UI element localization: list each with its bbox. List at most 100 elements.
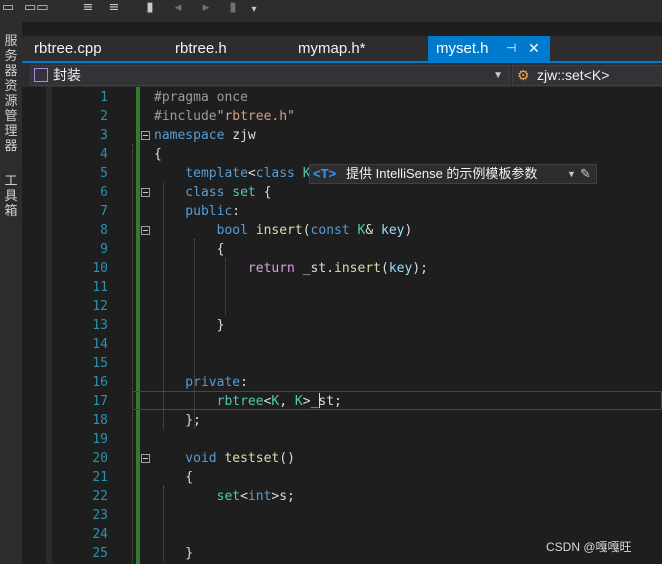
member-dropdown[interactable]: ⚙ zjw::set<K> (512, 65, 662, 86)
fold-toggle-icon[interactable] (141, 454, 150, 463)
code-token: return (154, 261, 295, 276)
tab-label: mymap.h* (298, 40, 366, 57)
prev-bookmark-icon[interactable]: ◂ (170, 0, 186, 16)
line-number: 10 (92, 261, 108, 276)
class-icon: ⚙ (517, 67, 530, 83)
code-line: rbtree<K, K>_st; (154, 392, 342, 411)
code-line: #include"rbtree.h" (154, 107, 295, 126)
code-token: key (388, 261, 413, 276)
scope-dropdown[interactable]: 封装 ▼ (30, 65, 510, 86)
tab-label: myset.h (436, 40, 489, 57)
overflow-icon[interactable]: ▾ (248, 2, 260, 18)
line-number: 17 (92, 394, 108, 409)
code-token: template (154, 166, 248, 181)
toolbox-tab[interactable]: 工具箱 (2, 174, 20, 219)
code-line: set<int>s; (154, 487, 295, 506)
line-number: 16 (92, 375, 108, 390)
fold-toggle-icon[interactable] (141, 131, 150, 140)
intellisense-template-bar[interactable]: <T> 提供 IntelliSense 的示例模板参数 ▼ ✎ (309, 164, 597, 184)
code-token: ( (302, 223, 311, 238)
code-token: { (154, 147, 162, 162)
change-tracking-bar (136, 87, 140, 564)
code-token: ) (404, 223, 413, 238)
code-token: ); (412, 261, 428, 276)
code-token: set (232, 185, 256, 200)
code-token: key (381, 223, 405, 238)
line-number: 12 (92, 299, 108, 314)
code-token: #include (154, 109, 217, 124)
code-token: _st. (294, 261, 335, 276)
indent-guide (132, 144, 133, 564)
code-token: & (365, 223, 381, 238)
line-number: 13 (92, 318, 108, 333)
code-token: } (154, 318, 225, 333)
line-number: 6 (100, 185, 108, 200)
document-tabs: rbtree.cpp rbtree.h mymap.h* myset.h ⊣ ✕ (22, 36, 662, 61)
code-line: template<class K> (154, 164, 318, 183)
code-token: : (240, 375, 248, 390)
code-token: ( (381, 261, 389, 276)
code-line: { (154, 145, 162, 164)
line-number: 18 (92, 413, 108, 428)
clear-bookmarks-icon[interactable]: ▮ (224, 0, 242, 16)
code-line: bool insert(const K& key) (154, 221, 413, 240)
code-token: < (247, 166, 256, 181)
edit-pencil-icon[interactable]: ✎ (580, 165, 591, 183)
watermark: CSDN @嘎嘎旺 (546, 540, 632, 554)
pin-icon[interactable]: ⊣ (506, 36, 516, 61)
code-token: insert (334, 261, 381, 276)
code-token: }; (154, 413, 201, 428)
line-number: 23 (92, 508, 108, 523)
uncomment-icon[interactable]: ≡ (106, 0, 122, 16)
line-number: 19 (92, 432, 108, 447)
code-token: K (294, 394, 303, 409)
code-line: } (154, 316, 225, 335)
toolbar: ▭ ▭▭ ≡ ≡ ▮ ◂ ▸ ▮ ▾ (0, 0, 662, 22)
code-token: namespace (154, 128, 225, 143)
tab-rbtree-h[interactable]: rbtree.h (175, 36, 275, 61)
line-number: 15 (92, 356, 108, 371)
code-token: "rbtree.h" (216, 109, 295, 124)
chevron-down-icon: ▼ (493, 70, 503, 81)
code-token: bool (154, 223, 248, 238)
tab-rbtree-cpp[interactable]: rbtree.cpp (34, 36, 134, 61)
code-token: class (255, 166, 295, 181)
line-number: 20 (92, 451, 108, 466)
line-number: 25 (92, 546, 108, 561)
line-number: 11 (92, 280, 108, 295)
code-line: { (154, 240, 225, 259)
code-line: return _st.insert(key); (154, 259, 428, 278)
save-icon[interactable]: ▭ (0, 0, 16, 16)
line-number: 4 (100, 147, 108, 162)
code-editor[interactable]: 1 2 3 4 5 6 7 8 9 10 11 12 13 14 15 16 17 18 19 20 21 22 23 24 2… (22, 87, 662, 564)
intellisense-text: 提供 IntelliSense 的示例模板参数 (346, 166, 538, 181)
fold-toggle-icon[interactable] (141, 226, 150, 235)
tab-myset-h[interactable]: myset.h ⊣ ✕ (428, 36, 550, 61)
line-number: 21 (92, 470, 108, 485)
line-number: 1 (100, 90, 108, 105)
comment-icon[interactable]: ≡ (80, 0, 96, 16)
chevron-down-icon[interactable]: ▼ (567, 165, 576, 183)
code-token: { (154, 470, 194, 485)
code-token: insert (255, 223, 303, 238)
code-token: zjw (224, 128, 256, 143)
bookmark-icon[interactable]: ▮ (142, 0, 158, 16)
code-token: >_st; (302, 394, 342, 409)
code-token: , (279, 394, 295, 409)
fold-toggle-icon[interactable] (141, 188, 150, 197)
close-icon[interactable]: ✕ (528, 36, 540, 61)
server-explorer-tab[interactable]: 服务器资源管理器 (2, 34, 20, 154)
tab-label: rbtree.cpp (34, 40, 102, 57)
next-bookmark-icon[interactable]: ▸ (198, 0, 214, 16)
code-token: { (154, 242, 225, 257)
tab-mymap-h[interactable]: mymap.h* (298, 36, 398, 61)
template-tag: <T> (313, 166, 337, 181)
save-all-icon[interactable]: ▭▭ (24, 0, 49, 16)
left-tool-sidebar: 服务器资源管理器 工具箱 (0, 22, 22, 564)
line-number: 3 (100, 128, 108, 143)
code-token: class (154, 185, 225, 200)
code-token: : (232, 204, 241, 219)
code-line: namespace zjw (154, 126, 256, 145)
code-token: void (154, 451, 217, 466)
